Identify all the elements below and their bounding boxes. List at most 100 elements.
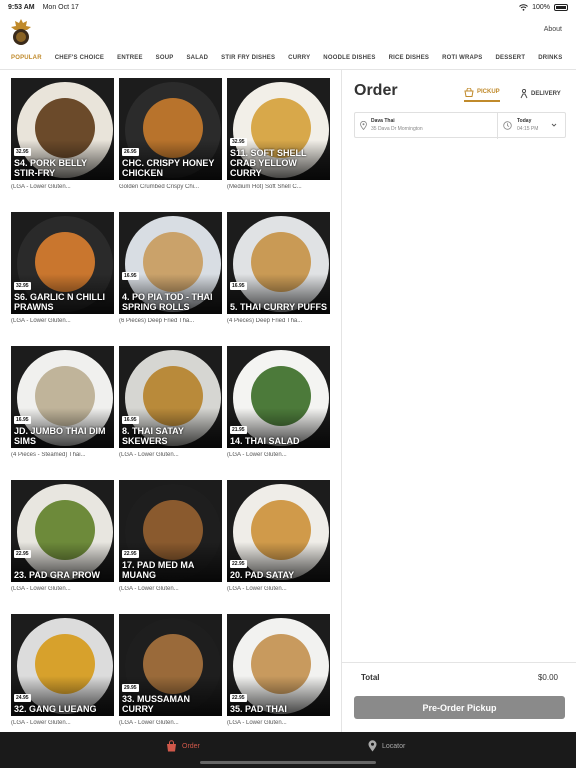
order-panel: Order PICKUP DELIVERY Dava Thai 35 Dava … xyxy=(342,70,576,732)
nav-locator[interactable]: Locator xyxy=(368,740,405,752)
battery-percent: 100% xyxy=(532,3,550,11)
pickup-time: 04:15 PM xyxy=(517,126,539,132)
status-time: 9:53 AM xyxy=(8,3,35,11)
clock-icon xyxy=(503,121,512,130)
menu-item-image: 32.95 S11. SOFT SHELL CRAB YELLOW CURRY xyxy=(227,78,330,180)
tab-pickup[interactable]: PICKUP xyxy=(464,86,500,102)
menu-item-price: 22.95 xyxy=(230,560,247,568)
menu-item-image: 22.95 17. PAD MED MA MUANG xyxy=(119,480,222,582)
total-value: $0.00 xyxy=(537,673,558,682)
category-tab[interactable]: RICE DISHES xyxy=(389,49,430,69)
app-header: About xyxy=(0,14,576,46)
wifi-icon xyxy=(519,3,528,11)
menu-item-price: 32.95 xyxy=(14,282,31,290)
total-label: Total xyxy=(361,673,380,682)
menu-item-card[interactable]: 32.95 S11. SOFT SHELL CRAB YELLOW CURRY (M… xyxy=(227,78,330,190)
bottom-nav: Order Locator xyxy=(0,732,576,768)
menu-item-name: CHC. CRISPY HONEY CHICKEN xyxy=(122,158,215,178)
category-tab[interactable]: SOUP xyxy=(156,49,174,69)
order-title: Order xyxy=(354,82,398,99)
menu-item-card[interactable]: 22.95 35. PAD THAI (LGA - Lower Gluten... xyxy=(227,614,330,726)
tab-delivery[interactable]: DELIVERY xyxy=(520,86,561,102)
menu-item-price: 32.95 xyxy=(230,138,247,146)
category-tab[interactable]: ROTI WRAPS xyxy=(442,49,482,69)
location-pin-icon xyxy=(360,121,367,130)
menu-item-image: 16.95 JD. JUMBO THAI DIM SIMS xyxy=(11,346,114,448)
menu-item-card[interactable]: 22.95 17. PAD MED MA MUANG (LGA - Lower Gl… xyxy=(119,480,222,592)
pre-order-pickup-button[interactable]: Pre-Order Pickup xyxy=(354,696,565,719)
menu-item-name: 20. PAD SATAY xyxy=(230,570,295,580)
menu-item-name: 33. MUSSAMAN CURRY xyxy=(122,694,191,714)
menu-item-price: 21.95 xyxy=(230,426,247,434)
menu-item-name: 23. PAD GRA PROW xyxy=(14,570,101,580)
menu-item-price: 29.95 xyxy=(122,684,139,692)
menu-item-card[interactable]: 16.95 4. PO PIA TOD - THAI SPRING ROLLS (6… xyxy=(119,212,222,324)
battery-icon xyxy=(554,3,568,11)
menu-item-card[interactable]: 26.95 CHC. CRISPY HONEY CHICKEN Golden Cru… xyxy=(119,78,222,190)
category-tab[interactable]: DESSERT xyxy=(495,49,525,69)
location-pin-icon xyxy=(368,740,377,752)
menu-item-description: (LGA - Lower Gluten... xyxy=(119,586,179,592)
category-tab[interactable]: CURRY xyxy=(288,49,310,69)
menu-item-card[interactable]: 22.95 20. PAD SATAY (LGA - Lower Gluten... xyxy=(227,480,330,592)
nav-locator-label: Locator xyxy=(382,742,406,750)
menu-item-image: 29.95 33. MUSSAMAN CURRY xyxy=(119,614,222,716)
category-tab[interactable]: DRINKS xyxy=(538,49,562,69)
menu-item-image: 16.95 5. THAI CURRY PUFFS xyxy=(227,212,330,314)
delivery-person-icon xyxy=(520,89,528,99)
status-bar: 9:53 AM Mon Oct 17 100% xyxy=(0,0,576,14)
menu-item-image: 32.95 S6. GARLIC N CHILLI PRAWNS xyxy=(11,212,114,314)
restaurant-logo[interactable] xyxy=(10,18,32,46)
menu-item-image: 16.95 8. THAI SATAY SKEWERS xyxy=(119,346,222,448)
menu-item-card[interactable]: 22.95 23. PAD GRA PROW (LGA - Lower Gluten… xyxy=(11,480,114,592)
menu-item-description: (6 Pieces) Deep Fried Tha... xyxy=(119,318,195,324)
menu-item-price: 16.95 xyxy=(122,416,139,424)
about-link[interactable]: About xyxy=(544,26,562,33)
chevron-down-icon[interactable] xyxy=(551,122,557,128)
category-tab[interactable]: ENTREE xyxy=(117,49,143,69)
menu-item-name: 14. THAI SALAD xyxy=(230,436,300,446)
menu-item-name: 35. PAD THAI xyxy=(230,704,287,714)
nav-order[interactable]: Order xyxy=(166,740,200,752)
menu-item-image: 16.95 4. PO PIA TOD - THAI SPRING ROLLS xyxy=(119,212,222,314)
menu-item-card[interactable]: 21.95 14. THAI SALAD (LGA - Lower Gluten..… xyxy=(227,346,330,458)
menu-item-image: 22.95 35. PAD THAI xyxy=(227,614,330,716)
menu-item-card[interactable]: 24.95 32. GANG LUEANG (LGA - Lower Gluten.… xyxy=(11,614,114,726)
category-tab[interactable]: POPULAR xyxy=(11,49,42,69)
menu-item-card[interactable]: 32.95 S6. GARLIC N CHILLI PRAWNS (LGA - Lo… xyxy=(11,212,114,324)
pickup-day: Today xyxy=(517,118,532,124)
status-date: Mon Oct 17 xyxy=(42,3,79,11)
category-tab[interactable]: STIR FRY DISHES xyxy=(221,49,275,69)
shopping-bag-icon xyxy=(464,87,474,97)
menu-item-name: 32. GANG LUEANG xyxy=(14,704,97,714)
menu-item-description: Golden Crumbed Crispy Chi... xyxy=(119,184,200,190)
menu-item-image: 21.95 14. THAI SALAD xyxy=(227,346,330,448)
menu-item-description: (Medium Hot) Soft Shell C... xyxy=(227,184,302,190)
menu-item-description: (4 Pieces - Steamed) Thai... xyxy=(11,452,86,458)
menu-item-card[interactable]: 16.95 5. THAI CURRY PUFFS (4 Pieces) Deep … xyxy=(227,212,330,324)
menu-item-image: 24.95 32. GANG LUEANG xyxy=(11,614,114,716)
menu-item-description: (LGA - Lower Gluten... xyxy=(11,184,71,190)
category-tab[interactable]: NOODLE DISHES xyxy=(323,49,375,69)
total-row: Total $0.00 xyxy=(342,662,576,686)
menu-item-price: 22.95 xyxy=(230,694,247,702)
menu-item-name: S6. GARLIC N CHILLI PRAWNS xyxy=(14,292,106,312)
menu-item-card[interactable]: 29.95 33. MUSSAMAN CURRY (LGA - Lower Glut… xyxy=(119,614,222,726)
nav-order-label: Order xyxy=(182,742,200,750)
menu-item-image: 22.95 23. PAD GRA PROW xyxy=(11,480,114,582)
category-tab[interactable]: SALAD xyxy=(186,49,208,69)
menu-item-description: (LGA - Lower Gluten... xyxy=(227,586,287,592)
menu-item-description: (LGA - Lower Gluten... xyxy=(11,720,71,726)
home-indicator[interactable] xyxy=(200,761,376,764)
menu-item-description: (LGA - Lower Gluten... xyxy=(227,720,287,726)
menu-item-price: 24.95 xyxy=(14,694,31,702)
menu-item-card[interactable]: 32.95 S4. PORK BELLY STIR-FRY (LGA - Lower… xyxy=(11,78,114,190)
category-tab[interactable]: CHEF'S CHOICE xyxy=(55,49,104,69)
menu-item-card[interactable]: 16.95 JD. JUMBO THAI DIM SIMS (4 Pieces - … xyxy=(11,346,114,458)
menu-item-name: S4. PORK BELLY STIR-FRY xyxy=(14,158,88,178)
menu-item-name: JD. JUMBO THAI DIM SIMS xyxy=(14,426,106,446)
menu-item-description: (LGA - Lower Gluten... xyxy=(227,452,287,458)
menu-item-card[interactable]: 16.95 8. THAI SATAY SKEWERS (LGA - Lower G… xyxy=(119,346,222,458)
menu-item-image: 32.95 S4. PORK BELLY STIR-FRY xyxy=(11,78,114,180)
store-time-selector[interactable]: Dava Thai 35 Dava Dr Mornington Today 04… xyxy=(354,112,566,139)
